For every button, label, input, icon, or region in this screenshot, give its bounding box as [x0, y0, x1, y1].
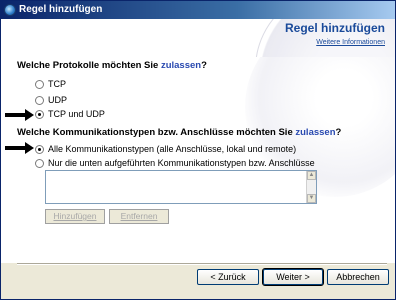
radio-tcp-udp[interactable]: TCP und UDP: [35, 108, 105, 120]
pointer-arrow-icon: [5, 142, 34, 154]
radio-button[interactable]: [35, 79, 44, 89]
add-button[interactable]: Hinzufügen: [45, 209, 105, 224]
radio-label: TCP und UDP: [48, 109, 105, 119]
back-button[interactable]: < Zurück: [197, 269, 259, 285]
radio-label: Alle Kommunikationstypen (alle Anschlüss…: [48, 144, 297, 154]
listbox-scrollbar[interactable]: ▲ ▼: [306, 171, 316, 203]
radio-label: Nur die unten aufgeführten Kommunikation…: [48, 158, 315, 168]
dialog-window: Regel hinzufügen Regel hinzufügen Weiter…: [0, 0, 396, 300]
radio-button[interactable]: [35, 95, 44, 105]
radio-listed-types[interactable]: Nur die unten aufgeführten Kommunikation…: [35, 157, 315, 169]
radio-tcp[interactable]: TCP: [35, 78, 66, 90]
cancel-button[interactable]: Abbrechen: [327, 269, 389, 285]
scroll-up-icon[interactable]: ▲: [307, 171, 316, 180]
radio-label: TCP: [48, 79, 66, 89]
radio-button[interactable]: [35, 144, 44, 154]
next-button[interactable]: Weiter >: [262, 268, 324, 286]
radio-udp[interactable]: UDP: [35, 94, 67, 106]
radio-button[interactable]: [35, 158, 44, 168]
wizard-content: Welche Protokolle möchten Sie zulassen? …: [1, 57, 395, 263]
pointer-arrow-icon: [5, 109, 34, 121]
remove-button[interactable]: Entfernen: [109, 209, 169, 224]
wizard-header: Regel hinzufügen Weitere Informationen: [1, 19, 395, 57]
radio-all-types[interactable]: Alle Kommunikationstypen (alle Anschlüss…: [35, 143, 296, 155]
protocols-question: Welche Protokolle möchten Sie zulassen?: [17, 60, 207, 71]
ports-listbox[interactable]: ▲ ▼: [45, 170, 317, 204]
footer-separator: [17, 263, 387, 265]
window-title: Regel hinzufügen: [19, 4, 103, 15]
communication-question: Welche Kommunikationstypen bzw. Anschlüs…: [17, 127, 342, 138]
radio-label: UDP: [48, 95, 68, 105]
app-icon: [4, 4, 16, 16]
header-title: Regel hinzufügen: [285, 21, 385, 35]
more-info-link[interactable]: Weitere Informationen: [316, 39, 385, 46]
radio-button[interactable]: [35, 109, 44, 119]
title-bar: Regel hinzufügen: [1, 1, 395, 19]
scroll-down-icon[interactable]: ▼: [307, 194, 316, 203]
